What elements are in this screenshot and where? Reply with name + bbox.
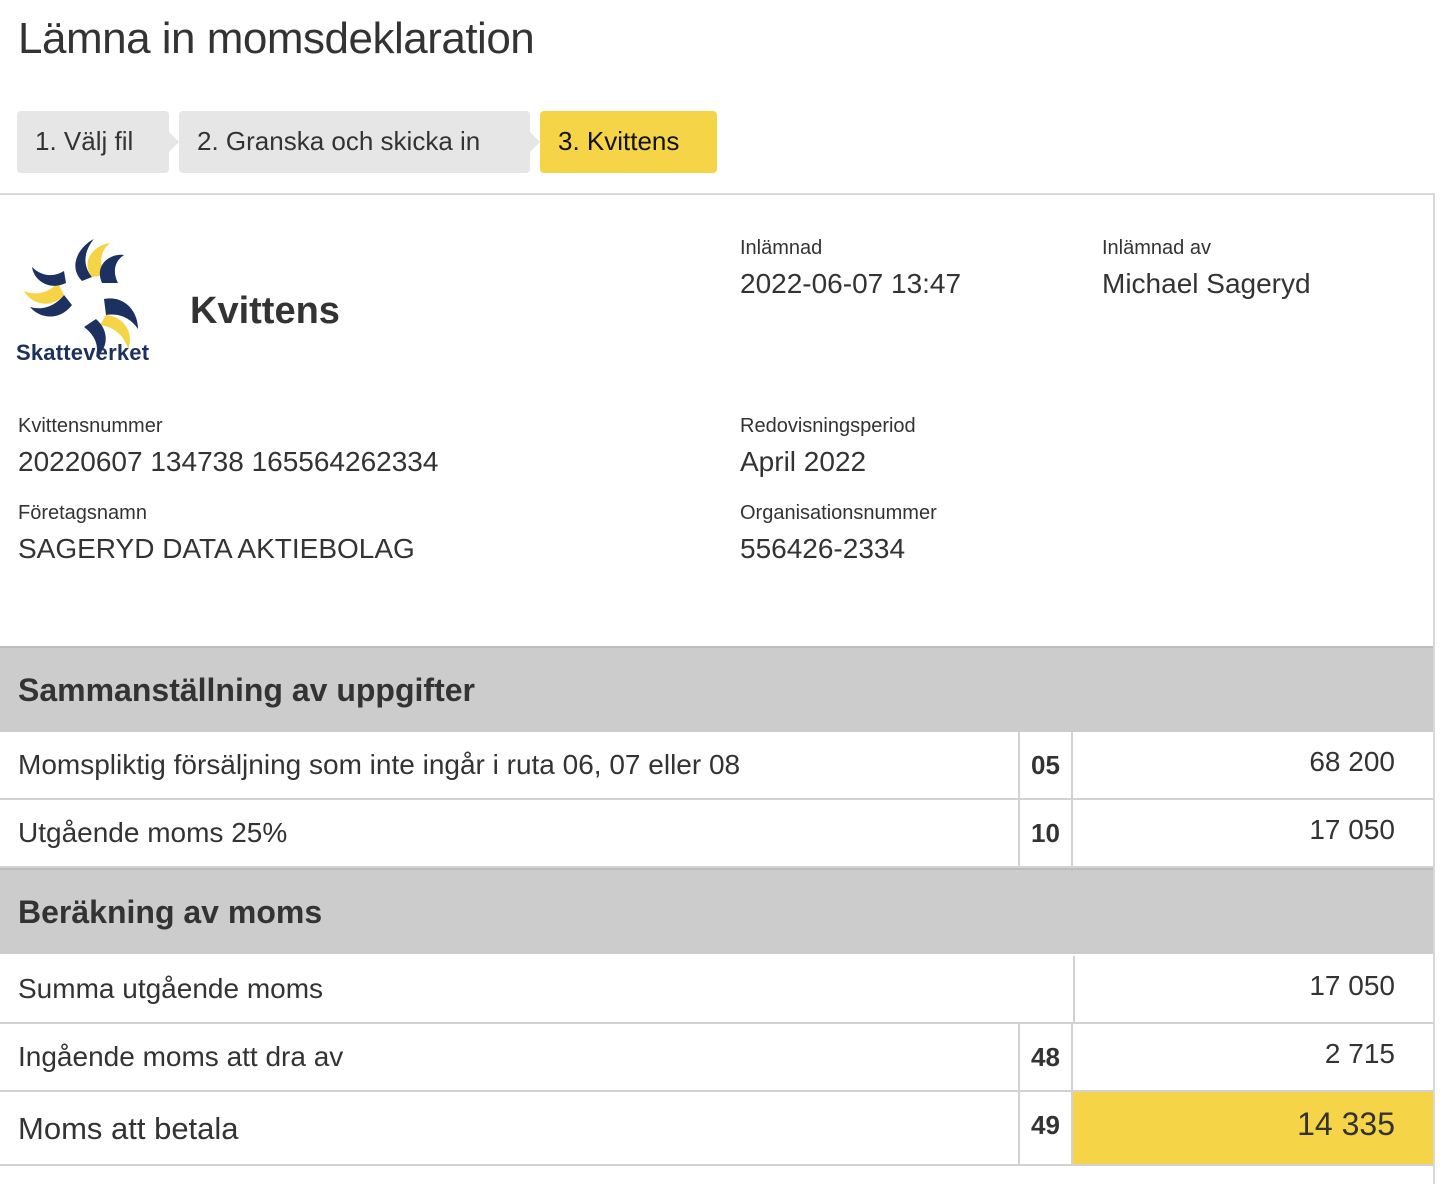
org-number-field: Organisationsnummer 556426-2334: [740, 502, 937, 565]
table-row: Utgående moms 25% 10 17 050: [0, 800, 1433, 868]
calculation-heading: Beräkning av moms: [18, 894, 323, 930]
submitted-field: Inlämnad 2022-06-07 13:47: [740, 237, 961, 300]
row-amount-cell: 2 715: [1073, 1024, 1433, 1090]
calculation-section-header: Beräkning av moms: [0, 868, 1433, 954]
row-amount-cell: 68 200: [1073, 732, 1433, 798]
total-amount-cell: 14 335: [1073, 1092, 1433, 1164]
table-row: Summa utgående moms 17 050: [0, 956, 1433, 1024]
row-amount: 68 200: [1309, 746, 1395, 777]
logo-text: Skatteverket: [16, 340, 150, 365]
row-description: Summa utgående moms: [18, 973, 324, 1004]
total-amount: 14 335: [1297, 1106, 1395, 1142]
row-amount: 2 715: [1324, 1038, 1395, 1069]
period-label: Redovisningsperiod: [740, 415, 916, 437]
row-code: 05: [1018, 732, 1073, 798]
row-description: Utgående moms 25%: [18, 817, 288, 848]
row-amount-cell: 17 050: [1073, 956, 1433, 1022]
submitted-value: 2022-06-07 13:47: [740, 268, 962, 299]
company-value: SAGERYD DATA AKTIEBOLAG: [18, 533, 415, 564]
receipt-number-field: Kvittensnummer 20220607 134738 165564262…: [18, 415, 438, 478]
org-number-value: 556426-2334: [740, 533, 906, 564]
row-amount: 17 050: [1309, 814, 1395, 845]
step-select-file[interactable]: 1. Välj fil: [17, 111, 179, 173]
step-review-submit[interactable]: 2. Granska och skicka in: [179, 111, 540, 173]
period-field: Redovisningsperiod April 2022: [740, 415, 916, 478]
row-amount-cell: 17 050: [1073, 800, 1433, 866]
row-description: Momspliktig försäljning som inte ingår i…: [18, 749, 741, 780]
submitted-by-field: Inlämnad av Michael Sageryd: [1102, 237, 1311, 300]
company-field: Företagsnamn SAGERYD DATA AKTIEBOLAG: [18, 502, 415, 565]
submitted-by-label: Inlämnad av: [1102, 237, 1211, 259]
table-row: Momspliktig försäljning som inte ingår i…: [0, 732, 1433, 800]
submitted-by-value: Michael Sageryd: [1102, 268, 1311, 299]
total-description: Moms att betala: [18, 1111, 239, 1146]
summary-section-header: Sammanställning av uppgifter: [0, 646, 1433, 732]
summary-heading: Sammanställning av uppgifter: [18, 672, 475, 708]
receipt-number-value: 20220607 134738 165564262334: [18, 446, 439, 477]
org-number-label: Organisationsnummer: [740, 502, 937, 524]
receipt-title: Kvittens: [190, 290, 340, 332]
receipt-number-label: Kvittensnummer: [18, 415, 163, 437]
step-indicator: 1. Välj fil 2. Granska och skicka in 3. …: [17, 111, 727, 173]
row-amount: 17 050: [1309, 970, 1395, 1001]
step-receipt: 3. Kvittens: [540, 111, 717, 173]
submitted-label: Inlämnad: [740, 237, 823, 259]
row-code: 48: [1018, 1024, 1073, 1090]
total-row: Moms att betala 49 14 335: [0, 1092, 1433, 1166]
company-label: Företagsnamn: [18, 502, 147, 524]
total-code: 49: [1018, 1092, 1073, 1164]
period-value: April 2022: [740, 446, 867, 477]
row-description: Ingående moms att dra av: [18, 1041, 344, 1072]
row-code: 10: [1018, 800, 1073, 866]
page-title: Lämna in momsdeklaration: [18, 14, 535, 63]
table-row: Ingående moms att dra av 48 2 715: [0, 1024, 1433, 1092]
